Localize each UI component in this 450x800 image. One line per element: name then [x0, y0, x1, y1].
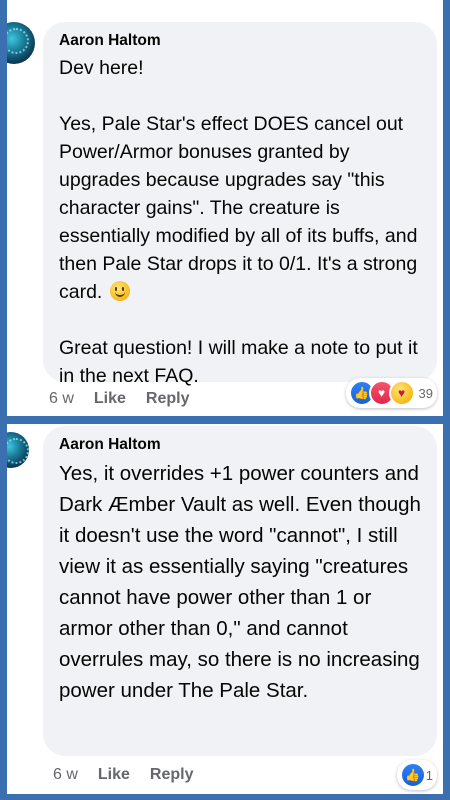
reactions-summary[interactable]: 👍 ♥ ♥ 39 [345, 378, 437, 408]
avatar[interactable] [7, 432, 29, 468]
comment-panel-1: Aaron Haltom Dev here! Yes, Pale Star's … [7, 0, 443, 416]
reply-button[interactable]: Reply [150, 766, 194, 784]
reaction-count: 39 [418, 385, 433, 401]
timestamp[interactable]: 6 w [53, 766, 78, 784]
comment-text: Yes, it overrides +1 power counters and … [59, 462, 427, 702]
comment-bubble: Aaron Haltom Yes, it overrides +1 power … [43, 426, 437, 756]
like-button[interactable]: Like [98, 766, 130, 784]
comment-bubble: Aaron Haltom Dev here! Yes, Pale Star's … [43, 22, 437, 387]
reactions-summary[interactable]: 👍 1 [396, 760, 437, 790]
timestamp[interactable]: 6 w [49, 390, 74, 408]
comment-text-main: Dev here! Yes, Pale Star's effect DOES c… [59, 57, 418, 303]
avatar[interactable] [7, 22, 35, 64]
author-name[interactable]: Aaron Haltom [59, 436, 421, 454]
comment-actions: 6 w Like Reply [53, 766, 194, 784]
reaction-count: 1 [425, 767, 433, 783]
comment-panel-2: Aaron Haltom Yes, it overrides +1 power … [7, 424, 443, 794]
author-name[interactable]: Aaron Haltom [59, 32, 421, 50]
reply-button[interactable]: Reply [146, 390, 190, 408]
slightly-smiling-face-icon [109, 281, 130, 301]
like-button[interactable]: Like [94, 390, 126, 408]
comment-text: Dev here! Yes, Pale Star's effect DOES c… [59, 54, 421, 390]
comment-actions: 6 w Like Reply [49, 390, 190, 408]
care-icon: ♥ [388, 380, 415, 406]
like-icon: 👍 [399, 762, 426, 788]
